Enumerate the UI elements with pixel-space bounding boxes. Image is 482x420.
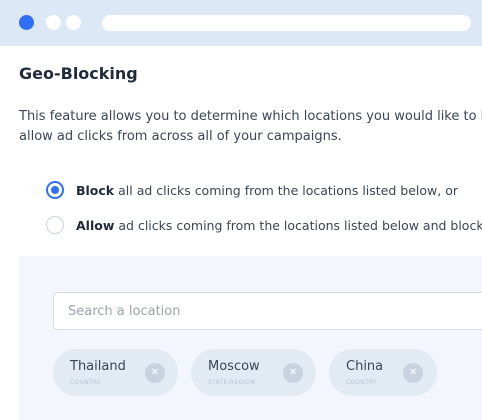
block-option-text: Block all ad clicks coming from the locat… <box>76 183 458 198</box>
block-option-label: Block <box>76 182 115 198</box>
close-icon[interactable]: ✕ <box>145 363 165 383</box>
window-dot-primary <box>19 15 34 30</box>
location-chip-thailand: Thailand COUNTRY ✕ <box>53 349 178 396</box>
location-search-input[interactable] <box>53 292 482 330</box>
close-icon[interactable]: ✕ <box>403 363 423 383</box>
location-type: STATE/REGION <box>208 379 256 386</box>
location-name: Thailand <box>70 359 126 374</box>
block-option[interactable]: Block all ad clicks coming from the locat… <box>46 179 458 201</box>
window-titlebar <box>0 0 482 46</box>
location-chip-china: China COUNTRY ✕ <box>329 349 437 396</box>
allow-option-label: Allow <box>76 217 115 233</box>
address-bar <box>102 15 471 31</box>
location-name: China <box>346 359 384 374</box>
page-title: Geo-Blocking <box>19 64 138 83</box>
feature-description: This feature allows you to determine whi… <box>19 109 482 144</box>
location-chip-moscow: Moscow STATE/REGION ✕ <box>191 349 316 396</box>
allow-radio[interactable] <box>46 216 64 234</box>
app-window: Geo-Blocking This feature allows you to … <box>0 0 482 420</box>
close-icon[interactable]: ✕ <box>283 363 303 383</box>
allow-option[interactable]: Allow ad clicks coming from the locations… <box>46 214 482 236</box>
window-dot-tertiary <box>66 15 81 30</box>
block-option-description: all ad clicks coming from the locations … <box>118 182 458 198</box>
window-dot-secondary <box>46 15 61 30</box>
location-name: Moscow <box>208 359 260 374</box>
allow-option-text: Allow ad clicks coming from the locations… <box>76 218 482 233</box>
allow-option-description: ad clicks coming from the locations list… <box>118 217 482 233</box>
location-type: COUNTRY <box>346 379 378 386</box>
block-radio[interactable] <box>46 181 64 199</box>
location-type: COUNTRY <box>70 379 102 386</box>
